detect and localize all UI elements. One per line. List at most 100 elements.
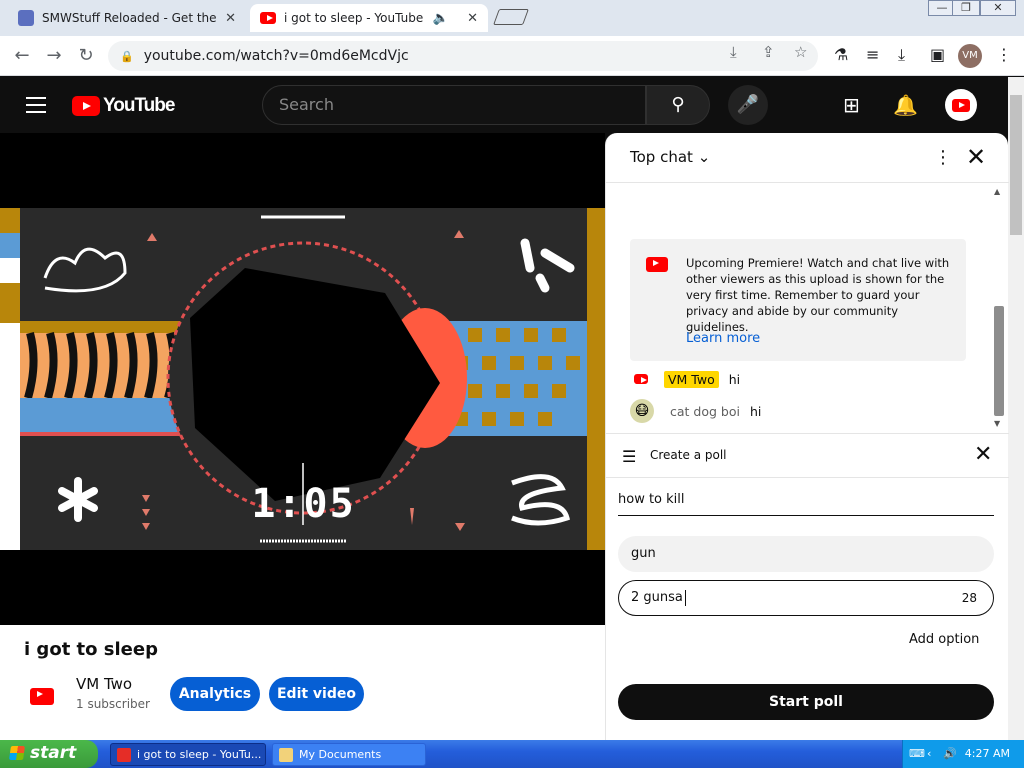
scroll-up-arrow-icon[interactable]: ▲ (994, 187, 1000, 196)
address-bar[interactable]: 🔒 youtube.com/watch?v=0md6eMcdVjc (108, 41, 818, 71)
edit-video-button[interactable]: Edit video (269, 677, 364, 711)
analytics-button[interactable]: Analytics (170, 677, 260, 711)
owner-author-badge[interactable]: VM Two (664, 370, 719, 388)
author-avatar: 😷 (630, 399, 654, 423)
video-player[interactable]: 1:05 (0, 133, 605, 625)
back-icon[interactable]: ← (10, 44, 34, 68)
system-tray: ⌨ ‹ 🔊 4:27 AM (902, 740, 1024, 768)
live-chat-panel: Top chat ⌄ ⋮ ✕ ▲ ▼ Upcoming Premiere! Wa… (605, 133, 1009, 740)
search-icon: ⚲ (671, 94, 685, 115)
youtube-logo[interactable]: YouTube (72, 95, 175, 117)
poll-header: ☰ Create a poll ✕ (606, 434, 1009, 478)
chat-scrollbar-thumb[interactable] (994, 306, 1004, 416)
new-tab-button[interactable] (493, 9, 529, 25)
taskbar-item-my-documents[interactable]: My Documents (272, 743, 426, 766)
chat-more-options-icon[interactable]: ⋮ (934, 147, 952, 168)
voice-search-button[interactable]: 🎤 (728, 85, 768, 125)
search-button[interactable]: ⚲ (646, 85, 710, 125)
chat-message: VM Two hi (630, 367, 740, 391)
windows-logo-icon (9, 746, 25, 760)
subscriber-count: 1 subscriber (76, 697, 150, 711)
clock[interactable]: 4:27 AM (965, 747, 1010, 760)
close-poll-icon[interactable]: ✕ (974, 442, 992, 467)
tab-title: SMWStuff Reloaded - Get the game (42, 11, 219, 25)
tab-title: i got to sleep - YouTube (284, 11, 424, 25)
message-author[interactable]: cat dog boi (670, 404, 740, 419)
download-icon[interactable]: ⤓ (898, 45, 905, 65)
chat-mode-label: Top chat (630, 148, 693, 166)
profile-avatar[interactable]: VM (958, 44, 982, 68)
add-option-button[interactable]: Add option (909, 632, 979, 647)
restore-button[interactable]: ❐ (952, 0, 980, 16)
chat-header: Top chat ⌄ ⋮ ✕ (606, 133, 1009, 183)
poll-option-text: 2 gunsa (631, 590, 683, 605)
folder-icon (279, 748, 293, 762)
message-text: hi (728, 371, 741, 387)
youtube-header: YouTube Search ⚲ 🎤 ⊞ 🔔 (0, 77, 1008, 133)
chat-mode-dropdown[interactable]: Top chat ⌄ (630, 148, 710, 166)
microphone-icon: 🎤 (736, 94, 760, 115)
browser-tab-youtube[interactable]: i got to sleep - YouTube 🔈 ✕ (250, 4, 488, 32)
close-chat-icon[interactable]: ✕ (966, 143, 986, 171)
close-window-button[interactable]: ✕ (980, 0, 1016, 16)
logo-text: YouTube (103, 95, 175, 116)
chrome-youtube-icon (117, 748, 131, 762)
poll-icon: ☰ (622, 447, 637, 466)
keyboard-icon[interactable]: ⌨ (909, 740, 925, 768)
volume-icon[interactable]: 🔊 (943, 740, 957, 768)
chevron-down-icon: ⌄ (697, 148, 711, 166)
lock-icon: 🔒 (120, 49, 134, 63)
tray-expand-icon[interactable]: ‹ (927, 740, 931, 768)
media-queue-icon[interactable]: ≡ (866, 45, 879, 64)
channel-name[interactable]: VM Two (76, 675, 132, 693)
author-avatar (634, 374, 648, 384)
close-tab-icon[interactable]: ✕ (467, 11, 478, 26)
channel-avatar[interactable] (28, 682, 56, 710)
notifications-bell-icon[interactable]: 🔔 (893, 93, 918, 117)
start-poll-button[interactable]: Start poll (618, 684, 994, 720)
hamburger-menu-icon[interactable] (26, 97, 46, 118)
learn-more-link[interactable]: Learn more (686, 331, 760, 346)
bookmark-star-icon[interactable]: ☆ (794, 43, 807, 61)
search-input[interactable]: Search (262, 85, 646, 125)
reload-icon[interactable]: ↻ (74, 44, 98, 68)
taskbar-item-chrome[interactable]: i got to sleep - YouTu... (110, 743, 266, 766)
create-video-icon[interactable]: ⊞ (843, 93, 860, 117)
forward-icon[interactable]: → (42, 44, 66, 68)
youtube-favicon-icon (260, 10, 276, 26)
taskbar-item-label: i got to sleep - YouTu... (137, 748, 262, 761)
message-text: hi (749, 403, 762, 419)
poll-question-input[interactable]: how to kill (618, 490, 994, 516)
browser-toolbar: ← → ↻ 🔒 youtube.com/watch?v=0md6eMcdVjc … (0, 36, 1024, 76)
video-details: i got to sleep VM Two 1 subscriber Analy… (0, 625, 605, 740)
share-icon[interactable]: ⇪ (762, 43, 775, 61)
premiere-notice: Upcoming Premiere! Watch and chat live w… (630, 239, 966, 361)
smwstuff-favicon-icon (18, 10, 34, 26)
side-panel-icon[interactable]: ▣ (930, 45, 945, 64)
youtube-play-logo-icon (72, 96, 100, 116)
account-avatar[interactable] (945, 89, 977, 121)
chat-message: 😷 cat dog boi hi (630, 399, 761, 423)
labs-flask-icon[interactable]: ⚗ (834, 45, 848, 64)
close-tab-icon[interactable]: ✕ (225, 11, 236, 26)
browser-tab-strip: SMWStuff Reloaded - Get the game ✕ i got… (0, 0, 1024, 36)
character-count: 28 (961, 591, 977, 605)
create-poll-panel: ☰ Create a poll ✕ how to kill gun 2 guns… (606, 433, 1009, 740)
poll-option-input[interactable]: gun (618, 536, 994, 572)
url-text: youtube.com/watch?v=0md6eMcdVjc (143, 48, 409, 64)
page-scrollbar-thumb[interactable] (1010, 95, 1022, 235)
countdown-timer: 1:05 (251, 481, 356, 527)
scroll-down-arrow-icon[interactable]: ▼ (994, 419, 1000, 428)
poll-option-input-active[interactable]: 2 gunsa 28 (618, 580, 994, 616)
premiere-countdown-artwork (0, 208, 605, 550)
premiere-notice-text: Upcoming Premiere! Watch and chat live w… (686, 256, 950, 334)
install-app-icon[interactable]: ⤓ (730, 43, 737, 61)
youtube-icon (646, 257, 668, 272)
poll-title: Create a poll (650, 448, 727, 462)
taskbar-item-label: My Documents (299, 748, 382, 761)
browser-tab-smwstuff[interactable]: SMWStuff Reloaded - Get the game ✕ (8, 4, 246, 32)
video-title: i got to sleep (24, 639, 158, 660)
browser-menu-icon[interactable]: ⋮ (996, 45, 1012, 64)
text-cursor (684, 589, 686, 606)
speaker-icon[interactable]: 🔈 (433, 11, 449, 26)
